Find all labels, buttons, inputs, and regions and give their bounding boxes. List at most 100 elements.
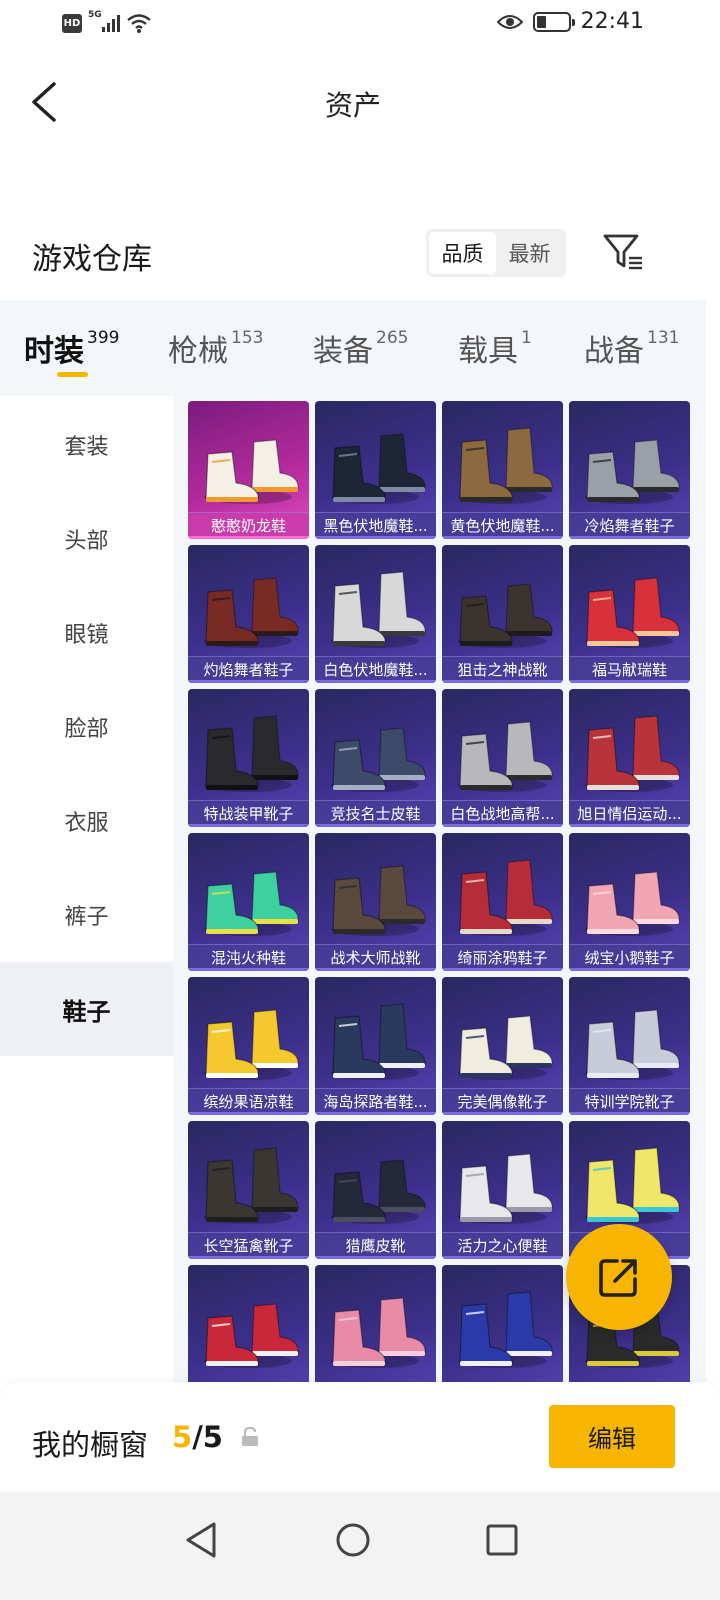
item-image [204,439,299,504]
tab-count: 265 [376,328,409,348]
filter-icon[interactable] [602,232,644,272]
tab-vehicles[interactable]: 载具 1 [458,326,532,370]
item-name: 福马献瑞鞋 [569,656,690,683]
item-image [331,865,426,936]
sidebar-item-head[interactable]: 头部 [0,492,173,586]
status-bar: HD 5G 22:41 [0,0,720,50]
share-button[interactable] [566,1224,672,1330]
system-nav-bar [0,1492,720,1600]
tab-count: 399 [87,328,120,348]
item-image [458,583,553,648]
item-card[interactable]: 灼焰舞者鞋子 [188,545,309,683]
item-card[interactable]: 白色伏地魔鞋... [315,545,436,683]
clock: 22:41 [580,9,644,34]
item-image [204,1147,299,1224]
sidebar-item-pants[interactable]: 裤子 [0,868,173,962]
showcase-total: 5 [202,1420,223,1454]
category-tabs: 时装 399 枪械 153 装备 265 载具 1 战备 131 [0,300,706,396]
item-card[interactable]: 战术大师战靴 [315,833,436,971]
sidebar-item-glasses[interactable]: 眼镜 [0,586,173,680]
sidebar-item-clothes[interactable]: 衣服 [0,774,173,868]
item-card[interactable]: 黄色伏地魔鞋... [442,401,563,539]
tab-supplies[interactable]: 战备 131 [584,326,679,370]
item-card[interactable]: 黑色伏地魔鞋... [315,401,436,539]
item-image [585,439,680,504]
sidebar-item-shoes[interactable]: 鞋子 [0,962,173,1056]
item-image [458,427,553,504]
item-name: 绒宝小鹅鞋子 [569,944,690,971]
item-image [585,871,680,936]
wifi-icon [127,14,151,33]
tab-label: 战备 [584,334,644,369]
status-left: HD 5G [62,10,152,34]
showcase-current: 5 [172,1420,193,1454]
sidebar-item-face[interactable]: 脸部 [0,680,173,774]
hd-icon: HD [62,13,82,33]
tab-label: 装备 [313,334,373,369]
item-name: 竞技名士皮鞋 [315,800,436,827]
item-name: 完美偶像靴子 [442,1088,563,1115]
item-card[interactable]: 狙击之神战靴 [442,545,563,683]
tab-equipment[interactable]: 装备 265 [313,326,408,370]
item-image [204,577,299,648]
tab-label: 载具 [458,334,518,369]
item-name: 特战装甲靴子 [188,800,309,827]
item-card[interactable]: 混沌火种鞋 [188,833,309,971]
item-image [458,1015,553,1080]
item-name: 活力之心便鞋 [442,1232,563,1259]
item-name: 憨憨奶龙鞋 [188,512,309,539]
item-card[interactable] [315,1265,436,1382]
lock-icon [242,1426,258,1446]
item-name: 旭日情侣运动... [569,800,690,827]
tab-label: 时装 [24,334,84,369]
nav-back-icon[interactable] [172,1510,232,1570]
item-card[interactable]: 憨憨奶龙鞋 [188,401,309,539]
warehouse-title: 游戏仓库 [32,242,152,277]
item-image [585,577,680,648]
item-card[interactable]: 缤纷果语凉鞋 [188,977,309,1115]
item-card[interactable] [188,1265,309,1382]
nav-recents-icon[interactable] [472,1510,532,1570]
item-name: 灼焰舞者鞋子 [188,656,309,683]
tab-count: 131 [647,328,680,348]
sidebar-item-outfit[interactable]: 套装 [0,398,173,492]
edit-button[interactable]: 编辑 [549,1405,675,1468]
page-title: 资产 [324,89,381,122]
item-card[interactable]: 活力之心便鞋 [442,1121,563,1259]
tab-fashion[interactable]: 时装 399 [24,326,119,370]
item-card[interactable]: 冷焰舞者鞋子 [569,401,690,539]
item-card[interactable]: 长空猛禽靴子 [188,1121,309,1259]
item-card[interactable]: 竞技名士皮鞋 [315,689,436,827]
showcase-label: 我的橱窗 [32,1428,149,1462]
sort-quality-option[interactable]: 品质 [429,232,496,274]
item-name: 混沌火种鞋 [188,944,309,971]
item-image [585,1147,680,1224]
item-card[interactable]: 特训学院靴子 [569,977,690,1115]
item-name: 猎鹰皮靴 [315,1232,436,1259]
showcase-count: 5/5 [172,1420,223,1454]
item-card[interactable]: 猎鹰皮靴 [315,1121,436,1259]
item-card[interactable] [442,1265,563,1382]
item-card[interactable]: 特战装甲靴子 [188,689,309,827]
item-image [204,715,299,792]
item-card[interactable]: 绮丽涂鸦鞋子 [442,833,563,971]
item-image [331,1159,426,1224]
tab-label: 枪械 [168,334,228,369]
item-image [458,859,553,936]
item-card[interactable]: 海岛探路者鞋... [315,977,436,1115]
status-right: 22:41 [496,9,644,34]
item-card[interactable]: 完美偶像靴子 [442,977,563,1115]
item-image [458,1291,553,1368]
item-card[interactable]: 白色战地高帮... [442,689,563,827]
item-image [331,571,426,648]
item-name: 缤纷果语凉鞋 [188,1088,309,1115]
item-image [585,1009,680,1080]
item-card[interactable]: 旭日情侣运动... [569,689,690,827]
item-card[interactable]: 福马献瑞鞋 [569,545,690,683]
tab-guns[interactable]: 枪械 153 [168,326,263,370]
item-card[interactable]: 绒宝小鹅鞋子 [569,833,690,971]
eye-icon [496,14,523,29]
nav-home-icon[interactable] [323,1510,383,1570]
item-image [458,721,553,792]
sort-newest-option[interactable]: 最新 [496,232,563,274]
